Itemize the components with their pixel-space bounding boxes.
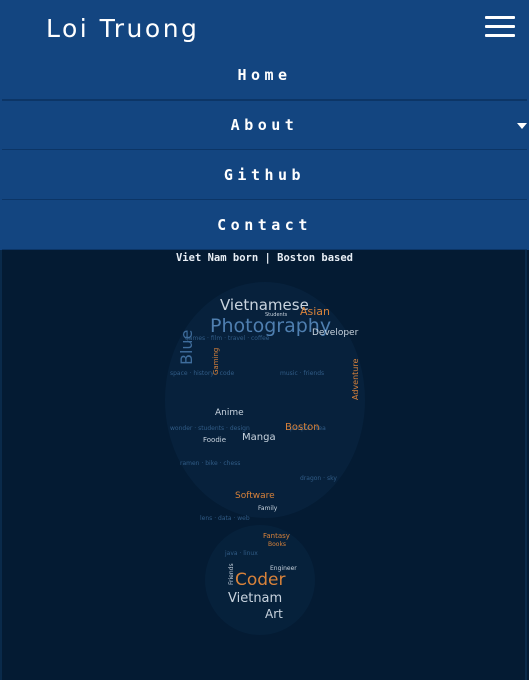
nav-item-label: About — [230, 116, 299, 134]
word-friends: Friends — [228, 563, 235, 585]
nav-item-home[interactable]: Home — [2, 50, 527, 100]
svg-text:ramen · bike · chess: ramen · bike · chess — [180, 460, 240, 467]
caret-down-icon[interactable] — [517, 123, 527, 129]
svg-text:space · history · code: space · history · code — [170, 370, 234, 377]
nav-item-about[interactable]: About — [2, 100, 527, 150]
nav-item-label: Github — [223, 165, 306, 184]
word-adventure: Adventure — [351, 359, 360, 400]
nav-item-github[interactable]: Github — [2, 150, 527, 200]
word-manga: Manga — [242, 432, 276, 443]
tagline: Viet Nam born | Boston based — [175, 252, 353, 264]
nav-item-label: Contact — [217, 215, 312, 234]
word-vietnam: Vietnam — [228, 591, 282, 606]
word-family: Family — [258, 505, 278, 512]
word-coder: Coder — [235, 570, 286, 590]
word-art: Art — [265, 607, 283, 621]
word-cloud-portrait: games · film · travel · coffee space · h… — [165, 282, 365, 635]
word-engineer: Engineer — [270, 565, 297, 572]
site-header: Loi Truong Home About Github Contact — [0, 0, 529, 250]
word-fantasy: Fantasy — [263, 532, 290, 540]
word-gaming: Gaming — [212, 348, 220, 375]
svg-text:wonder · students · design: wonder · students · design — [170, 425, 250, 432]
svg-text:music · friends: music · friends — [280, 370, 324, 377]
word-anime: Anime — [215, 408, 244, 418]
word-books: Books — [268, 541, 286, 548]
word-blue: Blue — [177, 330, 196, 365]
hamburger-menu-icon[interactable] — [485, 15, 515, 39]
word-boston: Boston — [285, 422, 320, 433]
svg-text:lens · data · web: lens · data · web — [200, 515, 250, 522]
word-students: Students — [265, 312, 288, 318]
word-software: Software — [235, 491, 275, 501]
nav-item-contact[interactable]: Contact — [2, 200, 527, 250]
word-foodie: Foodie — [203, 436, 226, 444]
site-brand[interactable]: Loi Truong — [46, 14, 199, 43]
word-developer: Developer — [312, 328, 359, 338]
svg-text:java · linux: java · linux — [224, 550, 258, 557]
word-asian: Asian — [300, 305, 330, 318]
nav-item-label: Home — [237, 65, 292, 84]
svg-text:dragon · sky: dragon · sky — [300, 475, 337, 482]
